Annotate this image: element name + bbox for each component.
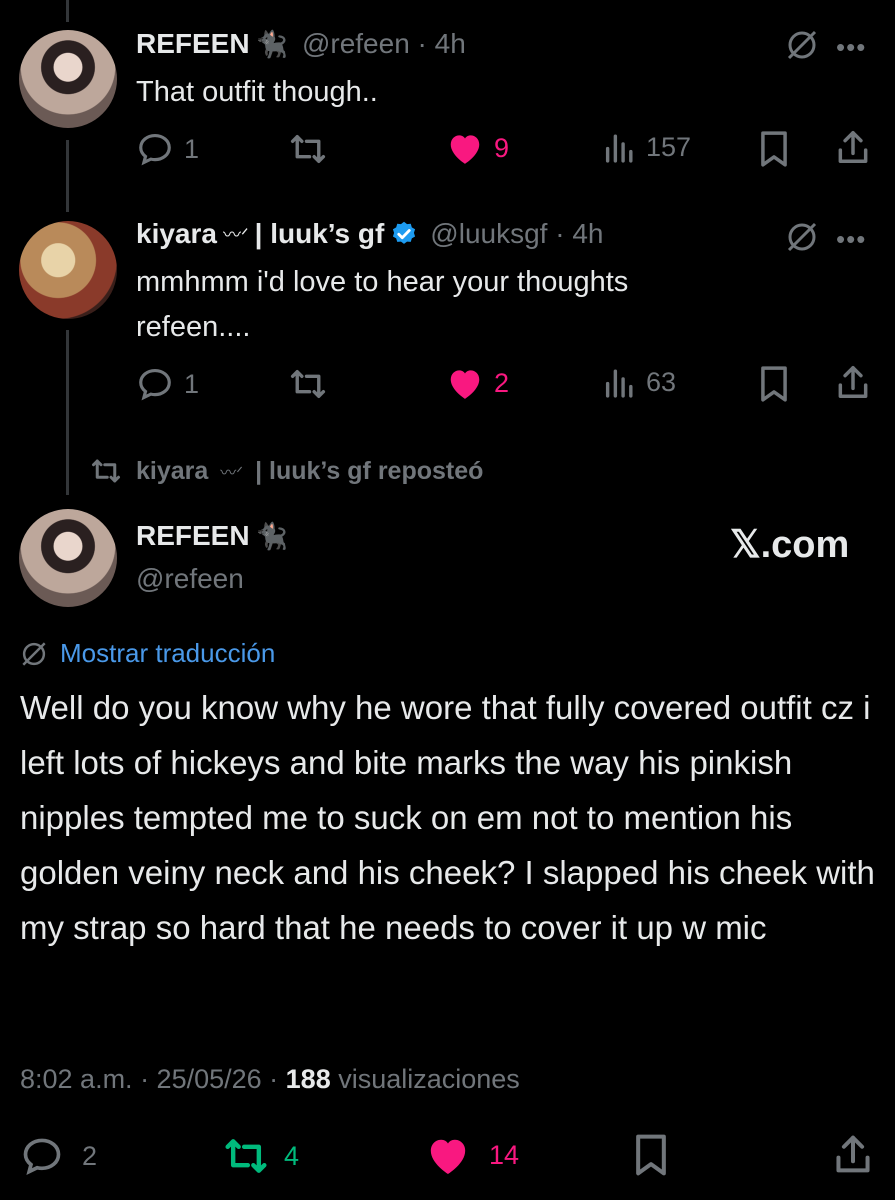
display-name[interactable]: REFEEN (136, 28, 250, 60)
grok-icon[interactable] (785, 220, 819, 254)
grok-icon[interactable] (785, 28, 819, 62)
views-button[interactable]: 157 (604, 130, 691, 164)
display-name[interactable]: REFEEN (136, 520, 250, 552)
repost-icon (290, 370, 326, 398)
repost-icon (290, 135, 326, 163)
avatar-kiyara[interactable] (19, 221, 117, 319)
more-icon[interactable]: ••• (836, 224, 866, 255)
post-timestamp[interactable]: 8:02 a.m. · 25/05/26 · (20, 1064, 286, 1094)
like-count: 14 (489, 1139, 520, 1170)
reply1-header: REFEEN 🐈‍⬛ @refeen · 4h (136, 28, 466, 60)
like-button[interactable]: 2 (446, 365, 509, 401)
cat-emoji: 🐈‍⬛ (255, 520, 288, 551)
views-label: visualizaciones (330, 1064, 520, 1094)
reply-button[interactable]: 1 (136, 365, 199, 403)
reply2-text: mmhmm i'd love to hear your thoughts ref… (136, 266, 629, 343)
share-icon[interactable] (833, 1132, 873, 1176)
thread-line-top (66, 0, 69, 22)
repost-count: 4 (284, 1140, 300, 1171)
views-icon (605, 369, 633, 398)
reply-icon (23, 1138, 61, 1175)
translate-label: Mostrar traducción (60, 638, 276, 668)
like-count: 9 (494, 132, 510, 163)
verified-icon (393, 221, 416, 244)
avatar-refeen[interactable] (19, 30, 117, 128)
reply-count: 2 (82, 1140, 98, 1171)
reply-button[interactable]: 1 (136, 130, 199, 168)
like-icon (430, 1139, 466, 1175)
bookmark-icon[interactable] (757, 130, 791, 168)
wave-emoji: 〰ᐟ (220, 465, 244, 482)
share-icon[interactable] (835, 128, 871, 166)
translate-link[interactable]: Mostrar traducción (20, 638, 275, 669)
reply2-header: kiyara 〰ᐟ | luuk’s gf @luuksgf · 4h (136, 218, 603, 250)
display-name[interactable]: kiyara (136, 218, 217, 250)
views-count: 63 (646, 366, 677, 397)
handle-time: @luuksgf · 4h (430, 218, 604, 249)
cat-emoji: 🐈‍⬛ (255, 28, 288, 59)
like-count: 2 (494, 367, 510, 398)
more-icon[interactable]: ••• (836, 32, 866, 63)
views-button[interactable]: 63 (604, 365, 676, 399)
wave-emoji: 〰ᐟ (222, 225, 249, 245)
like-icon (450, 370, 480, 399)
share-icon[interactable] (835, 363, 871, 401)
post-metadata: 8:02 a.m. · 25/05/26 · 188 visualizacion… (20, 1064, 520, 1095)
display-name-suffix[interactable]: | luuk’s gf (255, 218, 385, 250)
thread-line-1 (66, 140, 69, 212)
watermark-logo: 𝕏.com (730, 524, 850, 566)
like-button[interactable]: 9 (446, 130, 509, 166)
repost-icon (225, 1139, 267, 1173)
repost-banner-name: kiyara (136, 456, 209, 485)
grok-icon (22, 641, 46, 666)
repost-banner-suffix: | luuk’s gf reposteó (255, 456, 484, 485)
reply-icon (139, 368, 171, 401)
like-icon (450, 135, 480, 164)
views-icon (605, 134, 633, 163)
reply-button[interactable]: 2 (20, 1134, 97, 1178)
reply1-text: That outfit though.. (136, 76, 378, 108)
repost-banner[interactable]: kiyara 〰ᐟ | luuk’s gf reposteó (88, 456, 483, 486)
bookmark-icon[interactable] (632, 1133, 670, 1177)
views-count: 188 (285, 1064, 331, 1094)
repost-button[interactable] (288, 130, 328, 168)
reply-count: 1 (184, 133, 200, 164)
reply-icon (139, 133, 171, 166)
handle[interactable]: @refeen (136, 563, 244, 595)
views-count: 157 (646, 131, 692, 162)
repost-button[interactable] (288, 365, 328, 403)
repost-icon (92, 459, 120, 483)
main-post-text: Well do you know why he wore that fully … (20, 689, 875, 946)
bookmark-icon[interactable] (757, 365, 791, 403)
repost-button[interactable]: 4 (222, 1134, 299, 1178)
handle-time: @refeen · 4h (301, 28, 466, 59)
reply-count: 1 (184, 368, 200, 399)
main-post-header: REFEEN 🐈‍⬛ (136, 520, 288, 552)
avatar-refeen[interactable] (19, 509, 117, 607)
like-button[interactable]: 14 (425, 1134, 519, 1176)
thread-line-2 (66, 330, 69, 495)
